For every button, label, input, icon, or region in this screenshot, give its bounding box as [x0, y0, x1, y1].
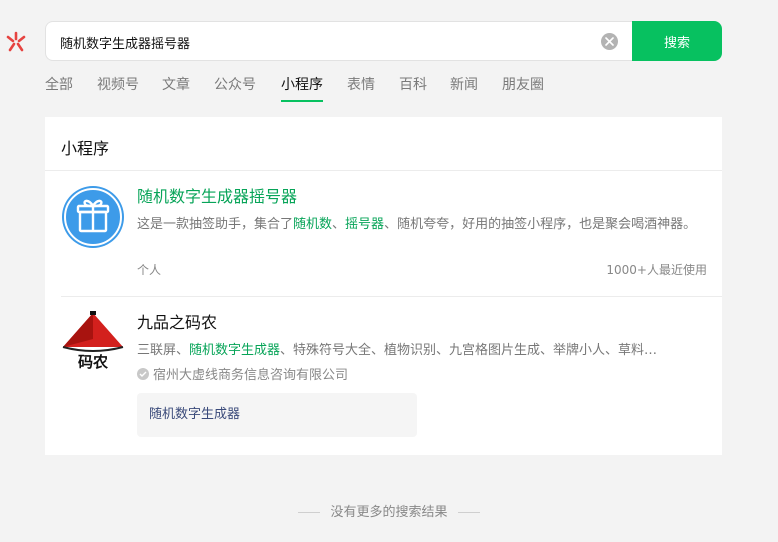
tab-news[interactable]: 新闻 [450, 76, 478, 102]
divider [457, 512, 480, 513]
company-verified-line: 宿州大虚线商务信息咨询有限公司 [137, 364, 348, 383]
search-button[interactable]: 搜索 [632, 21, 722, 61]
tab-official-accounts[interactable]: 公众号 [214, 76, 256, 102]
panel-title: 小程序 [61, 139, 110, 158]
search-input[interactable] [60, 31, 580, 53]
no-more-results: 没有更多的搜索结果 [0, 501, 778, 520]
divider [45, 170, 722, 171]
company-name: 宿州大虚线商务信息咨询有限公司 [153, 368, 349, 383]
tab-articles[interactable]: 文章 [162, 76, 190, 102]
verified-check-icon [137, 368, 149, 380]
divider [298, 512, 321, 513]
divider [61, 296, 722, 297]
no-more-results-text: 没有更多的搜索结果 [330, 505, 448, 520]
coder-hat-logo-icon: 码农 [61, 311, 125, 375]
result-title[interactable]: 九品之码农 [137, 311, 217, 335]
result-title[interactable]: 随机数字生成器摇号器 [137, 185, 297, 209]
result-item-jiupin-coder[interactable]: 码农 九品之码农 三联屏、随机数字生成器、特殊符号大全、植物识别、九宫格图片生成… [61, 311, 707, 441]
tab-encyclopedia[interactable]: 百科 [399, 76, 427, 102]
close-circle-icon[interactable] [601, 33, 618, 50]
result-description: 三联屏、随机数字生成器、特殊符号大全、植物识别、九宫格图片生成、举牌小人、草料… [137, 343, 658, 358]
gift-icon [61, 185, 125, 249]
wechat-search-logo-icon[interactable] [4, 30, 28, 54]
result-item-random-number[interactable]: 随机数字生成器摇号器 这是一款抽签助手，集合了随机数、摇号器、随机夸夸，好用的抽… [61, 185, 707, 295]
account-type: 个人 [137, 263, 162, 277]
tab-stickers[interactable]: 表情 [347, 76, 375, 102]
tab-channels[interactable]: 视频号 [97, 76, 139, 102]
search-box [45, 21, 632, 61]
result-description: 这是一款抽签助手，集合了随机数、摇号器、随机夸夸，好用的抽签小程序，也是聚会喝酒… [137, 217, 697, 232]
tab-all[interactable]: 全部 [45, 76, 73, 102]
usage-count: 1000+人最近使用 [606, 263, 707, 277]
tab-moments[interactable]: 朋友圈 [502, 76, 544, 102]
results-panel: 小程序 随机数字生成器摇号器 这是一款抽签助手，集合了随机数、摇号器、随机夸夸，… [45, 117, 722, 455]
svg-text:码农: 码农 [78, 353, 108, 371]
tab-mini-programs[interactable]: 小程序 [281, 76, 323, 102]
service-link-card[interactable]: 随机数字生成器 [137, 393, 417, 437]
